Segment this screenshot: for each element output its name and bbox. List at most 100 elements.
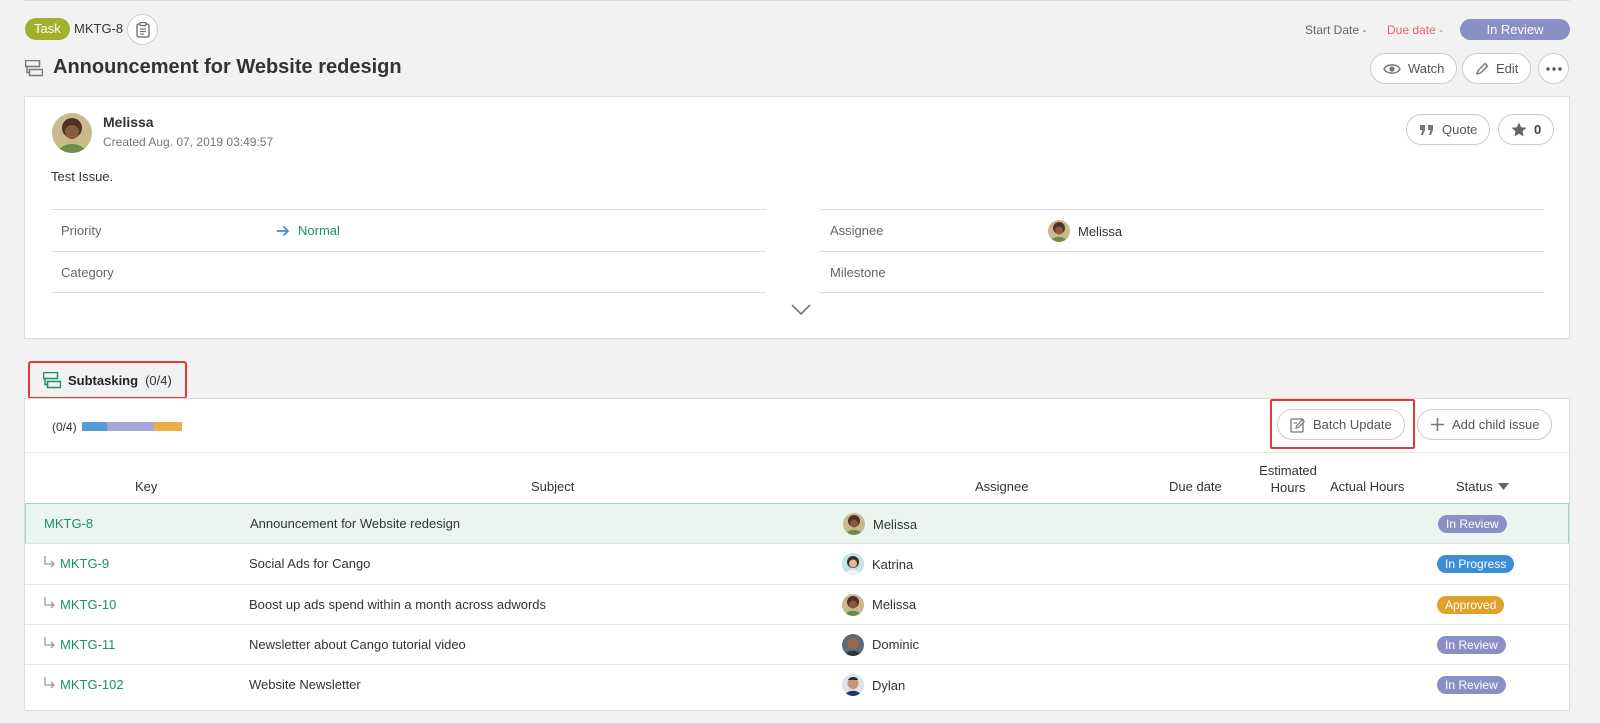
row-assignee[interactable]: Melissa [843, 513, 917, 535]
due-date-label: Due date [1387, 23, 1436, 37]
more-options-button[interactable] [1538, 53, 1569, 84]
avatar [842, 553, 864, 576]
column-header-actual-hours[interactable]: Actual Hours [1330, 479, 1404, 494]
assignee-value[interactable]: Melissa [1048, 220, 1122, 242]
batch-update-button[interactable]: Batch Update [1277, 409, 1405, 440]
page-title: Announcement for Website redesign [53, 56, 402, 78]
column-header-subject[interactable]: Subject [531, 479, 574, 494]
status-badge: In Review [1437, 635, 1506, 654]
row-status[interactable]: In Review [1438, 515, 1507, 533]
issue-key-link[interactable]: MKTG-10 [60, 597, 116, 612]
row-status[interactable]: Approved [1437, 595, 1505, 614]
table-row[interactable]: MKTG-10 Boost up ads spend within a month… [25, 583, 1569, 625]
batch-edit-icon [1290, 417, 1306, 433]
watch-button[interactable]: Watch [1370, 53, 1458, 84]
row-key-cell: MKTG-10 [43, 596, 116, 612]
status-badge: Approved [1437, 595, 1505, 614]
row-key-cell: MKTG-8 [44, 516, 93, 531]
child-indent-icon [43, 556, 55, 571]
row-status[interactable]: In Review [1437, 676, 1506, 695]
assignee-name: Dominic [872, 637, 919, 653]
avatar [842, 633, 864, 656]
row-subject[interactable]: Newsletter about Cango tutorial video [249, 637, 466, 652]
assignee-name: Melissa [1078, 223, 1123, 239]
assignee-name: Katrina [872, 556, 914, 572]
column-header-due-date[interactable]: Due date [1169, 479, 1222, 494]
edit-button[interactable]: Edit [1462, 53, 1532, 84]
table-row[interactable]: MKTG-9 Social Ads for Cango Katrina In Prog… [25, 543, 1569, 584]
row-subject[interactable]: Social Ads for Cango [249, 556, 370, 571]
row-status[interactable]: In Review [1437, 635, 1506, 654]
column-header-estimated-hours[interactable]: Estimated Hours [1253, 462, 1323, 496]
table-row[interactable]: MKTG-102 Website Newsletter Dylan In Review [25, 664, 1569, 705]
column-header-status[interactable]: Status [1456, 479, 1509, 494]
add-child-label: Add child issue [1452, 417, 1540, 432]
row-subject[interactable]: Website Newsletter [249, 677, 361, 692]
batch-update-label: Batch Update [1313, 417, 1392, 432]
field-category: Category [51, 251, 766, 293]
start-date-label: Start Date [1305, 23, 1360, 37]
child-indent-icon [43, 596, 55, 612]
row-key-cell: MKTG-11 [43, 636, 115, 652]
field-milestone: Milestone [820, 251, 1544, 293]
issue-key-link[interactable]: MKTG-8 [44, 516, 93, 531]
child-indent-icon [43, 677, 55, 692]
avatar [843, 513, 865, 535]
field-priority: Priority Normal [51, 209, 766, 251]
category-label: Category [61, 265, 114, 280]
start-date-value: - [1362, 23, 1367, 37]
plus-icon [1431, 418, 1444, 431]
watch-label: Watch [1408, 61, 1445, 76]
avatar [842, 674, 864, 697]
star-count: 0 [1534, 122, 1542, 137]
star-icon [1511, 122, 1527, 137]
status-dropdown[interactable]: In Review [1460, 19, 1570, 40]
issue-key: MKTG-8 [74, 21, 124, 36]
star-button[interactable]: 0 [1498, 114, 1555, 145]
status-header-label: Status [1456, 479, 1493, 494]
arrow-right-icon [277, 225, 290, 236]
child-indent-icon [43, 636, 55, 652]
row-assignee[interactable]: Melissa [842, 593, 917, 616]
issue-description: Test Issue. [51, 169, 114, 184]
row-key-cell: MKTG-9 [43, 556, 109, 571]
progress-text: (0/4) [52, 420, 77, 434]
subtask-panel: (0/4) Batch Update Add child issue Key S… [24, 398, 1570, 711]
chevron-down-icon[interactable] [791, 304, 811, 319]
assignee-name: Melissa [872, 597, 917, 613]
divider [820, 292, 1544, 293]
row-subject[interactable]: Boost up ads spend within a month across… [249, 597, 546, 612]
due-date: Due date - [1387, 23, 1443, 37]
table-row[interactable]: MKTG-11 Newsletter about Cango tutorial v… [25, 623, 1569, 665]
edit-label: Edit [1496, 61, 1519, 76]
subtasking-tab[interactable]: Subtasking (0/4) [28, 361, 187, 399]
assignee-label: Assignee [830, 223, 884, 238]
issue-key-link[interactable]: MKTG-102 [60, 677, 124, 692]
priority-value[interactable]: Normal [276, 223, 340, 238]
copy-key-button[interactable] [127, 14, 158, 45]
created-timestamp: Created Aug. 07, 2019 03:49:57 [103, 135, 274, 149]
table-row[interactable]: MKTG-8 Announcement for Website redesign M… [25, 503, 1569, 544]
issue-key-link[interactable]: MKTG-9 [60, 556, 109, 571]
progress-bar [82, 422, 182, 431]
row-assignee[interactable]: Katrina [842, 553, 914, 576]
avatar [1048, 220, 1070, 242]
row-key-cell: MKTG-102 [43, 677, 124, 692]
progress-segment [82, 422, 107, 431]
issue-key-link[interactable]: MKTG-11 [60, 637, 115, 652]
row-assignee[interactable]: Dylan [842, 674, 905, 697]
column-header-key[interactable]: Key [135, 479, 157, 494]
column-header-assignee[interactable]: Assignee [975, 479, 1028, 494]
field-assignee: Assignee Melissa [820, 209, 1544, 251]
milestone-label: Milestone [830, 265, 886, 280]
table-divider [25, 452, 1569, 453]
row-assignee[interactable]: Dominic [842, 633, 919, 656]
row-status[interactable]: In Progress [1437, 555, 1515, 574]
priority-text: Normal [298, 223, 340, 238]
row-subject[interactable]: Announcement for Website redesign [250, 516, 460, 531]
quote-button[interactable]: Quote [1406, 114, 1491, 145]
author-name[interactable]: Melissa [103, 114, 154, 130]
subtask-icon [43, 371, 61, 388]
add-child-issue-button[interactable]: Add child issue [1417, 409, 1553, 440]
subtask-parent-icon [24, 59, 44, 80]
